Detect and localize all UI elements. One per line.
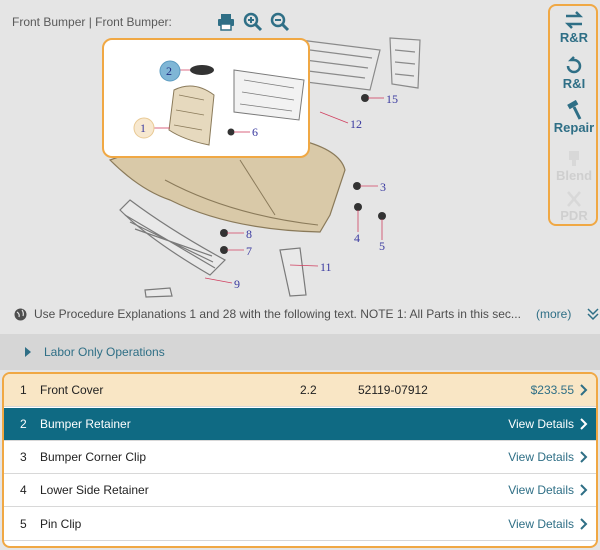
globe-icon	[14, 308, 27, 321]
page-title: Front Bumper | Front Bumper:	[12, 15, 172, 29]
zoomed-diagram: 2 1 6	[133, 60, 305, 146]
rail-item-label: R&R	[559, 30, 589, 45]
expand-arrow-icon	[25, 347, 31, 357]
rail-item-ri[interactable]: R&I	[550, 56, 598, 91]
table-row[interactable]: 5 Pin Clip View Details	[4, 508, 596, 541]
chevron-right-icon[interactable]	[580, 417, 588, 431]
table-row[interactable]: 3 Bumper Corner Clip View Details	[4, 441, 596, 474]
note-more-link[interactable]: (more)	[536, 307, 571, 321]
rail-item-repair[interactable]: Repair	[550, 100, 598, 135]
part-name: Pin Clip	[40, 517, 82, 531]
chevron-right-icon[interactable]	[580, 450, 588, 464]
diagram-callout-11[interactable]: 11	[320, 260, 332, 274]
chevron-right-icon[interactable]	[580, 483, 588, 497]
zoom-in-icon[interactable]	[243, 12, 263, 32]
labor-only-label: Labor Only Operations	[44, 345, 165, 359]
table-row[interactable]: 2 Bumper Retainer View Details	[4, 408, 596, 441]
table-row[interactable]: 1 Front Cover 2.2 52119-07912 $233.55	[4, 374, 596, 407]
labor-only-section[interactable]: Labor Only Operations	[0, 334, 600, 370]
part-name: Lower Side Retainer	[40, 483, 149, 497]
rail-item-label: Repair	[553, 120, 595, 135]
rail-item-pdr: PDR	[550, 188, 598, 223]
labor-hours: 2.2	[300, 383, 317, 397]
view-details-link[interactable]: View Details	[508, 517, 574, 531]
part-name: Bumper Retainer	[40, 417, 131, 431]
diagram-callout-2[interactable]: 2	[166, 64, 172, 78]
rail-item-blend: Blend	[550, 148, 598, 183]
remove-replace-icon	[564, 11, 584, 29]
diagram-callout-5[interactable]: 5	[379, 239, 385, 253]
row-number: 4	[20, 483, 27, 497]
rail-item-rr[interactable]: R&R	[550, 10, 598, 45]
view-details-link[interactable]: View Details	[508, 450, 574, 464]
remove-install-icon	[566, 56, 582, 74]
row-number: 1	[20, 383, 27, 397]
diagram-callout-4[interactable]: 4	[354, 231, 360, 245]
chevron-right-icon[interactable]	[580, 517, 588, 531]
pdr-tool-icon	[567, 191, 581, 207]
diagram-callout-7[interactable]: 7	[246, 244, 252, 258]
rail-item-label: PDR	[560, 208, 588, 223]
view-details-link[interactable]: View Details	[508, 417, 574, 431]
part-price[interactable]: $233.55	[531, 383, 574, 397]
diagram-callout-9[interactable]: 9	[234, 277, 240, 291]
procedure-note-text: Use Procedure Explanations 1 and 28 with…	[34, 307, 521, 321]
diagram-callout-8[interactable]: 8	[246, 227, 252, 241]
row-number: 2	[20, 417, 27, 431]
diagram-callout-3[interactable]: 3	[380, 180, 386, 194]
operation-rail: R&R R&I Repair Blend PDR	[548, 4, 598, 226]
paint-icon	[569, 151, 579, 166]
hammer-icon	[567, 100, 582, 120]
diagram-callout-15[interactable]: 15	[386, 92, 398, 106]
rail-item-label: R&I	[562, 76, 586, 91]
part-name: Front Cover	[40, 383, 104, 397]
diagram-callout-12[interactable]: 12	[350, 117, 362, 131]
view-details-link[interactable]: View Details	[508, 483, 574, 497]
diagram-callout-1[interactable]: 1	[140, 121, 146, 135]
chevron-right-icon[interactable]	[580, 383, 588, 397]
procedure-note: Use Procedure Explanations 1 and 28 with…	[0, 299, 600, 329]
print-icon[interactable]	[216, 12, 236, 32]
diagram-callout-6[interactable]: 6	[252, 125, 258, 139]
table-row[interactable]: 4 Lower Side Retainer View Details	[4, 474, 596, 507]
part-number: 52119-07912	[358, 383, 428, 397]
diagram-zoom-window[interactable]: 2 1 6	[102, 38, 310, 158]
parts-table: 1 Front Cover 2.2 52119-07912 $233.55 2 …	[2, 372, 598, 548]
rail-item-label: Blend	[555, 168, 593, 183]
zoom-out-icon[interactable]	[270, 12, 290, 32]
row-number: 5	[20, 517, 27, 531]
row-number: 3	[20, 450, 27, 464]
expand-chevron-icon[interactable]	[586, 307, 600, 321]
part-name: Bumper Corner Clip	[40, 450, 147, 464]
